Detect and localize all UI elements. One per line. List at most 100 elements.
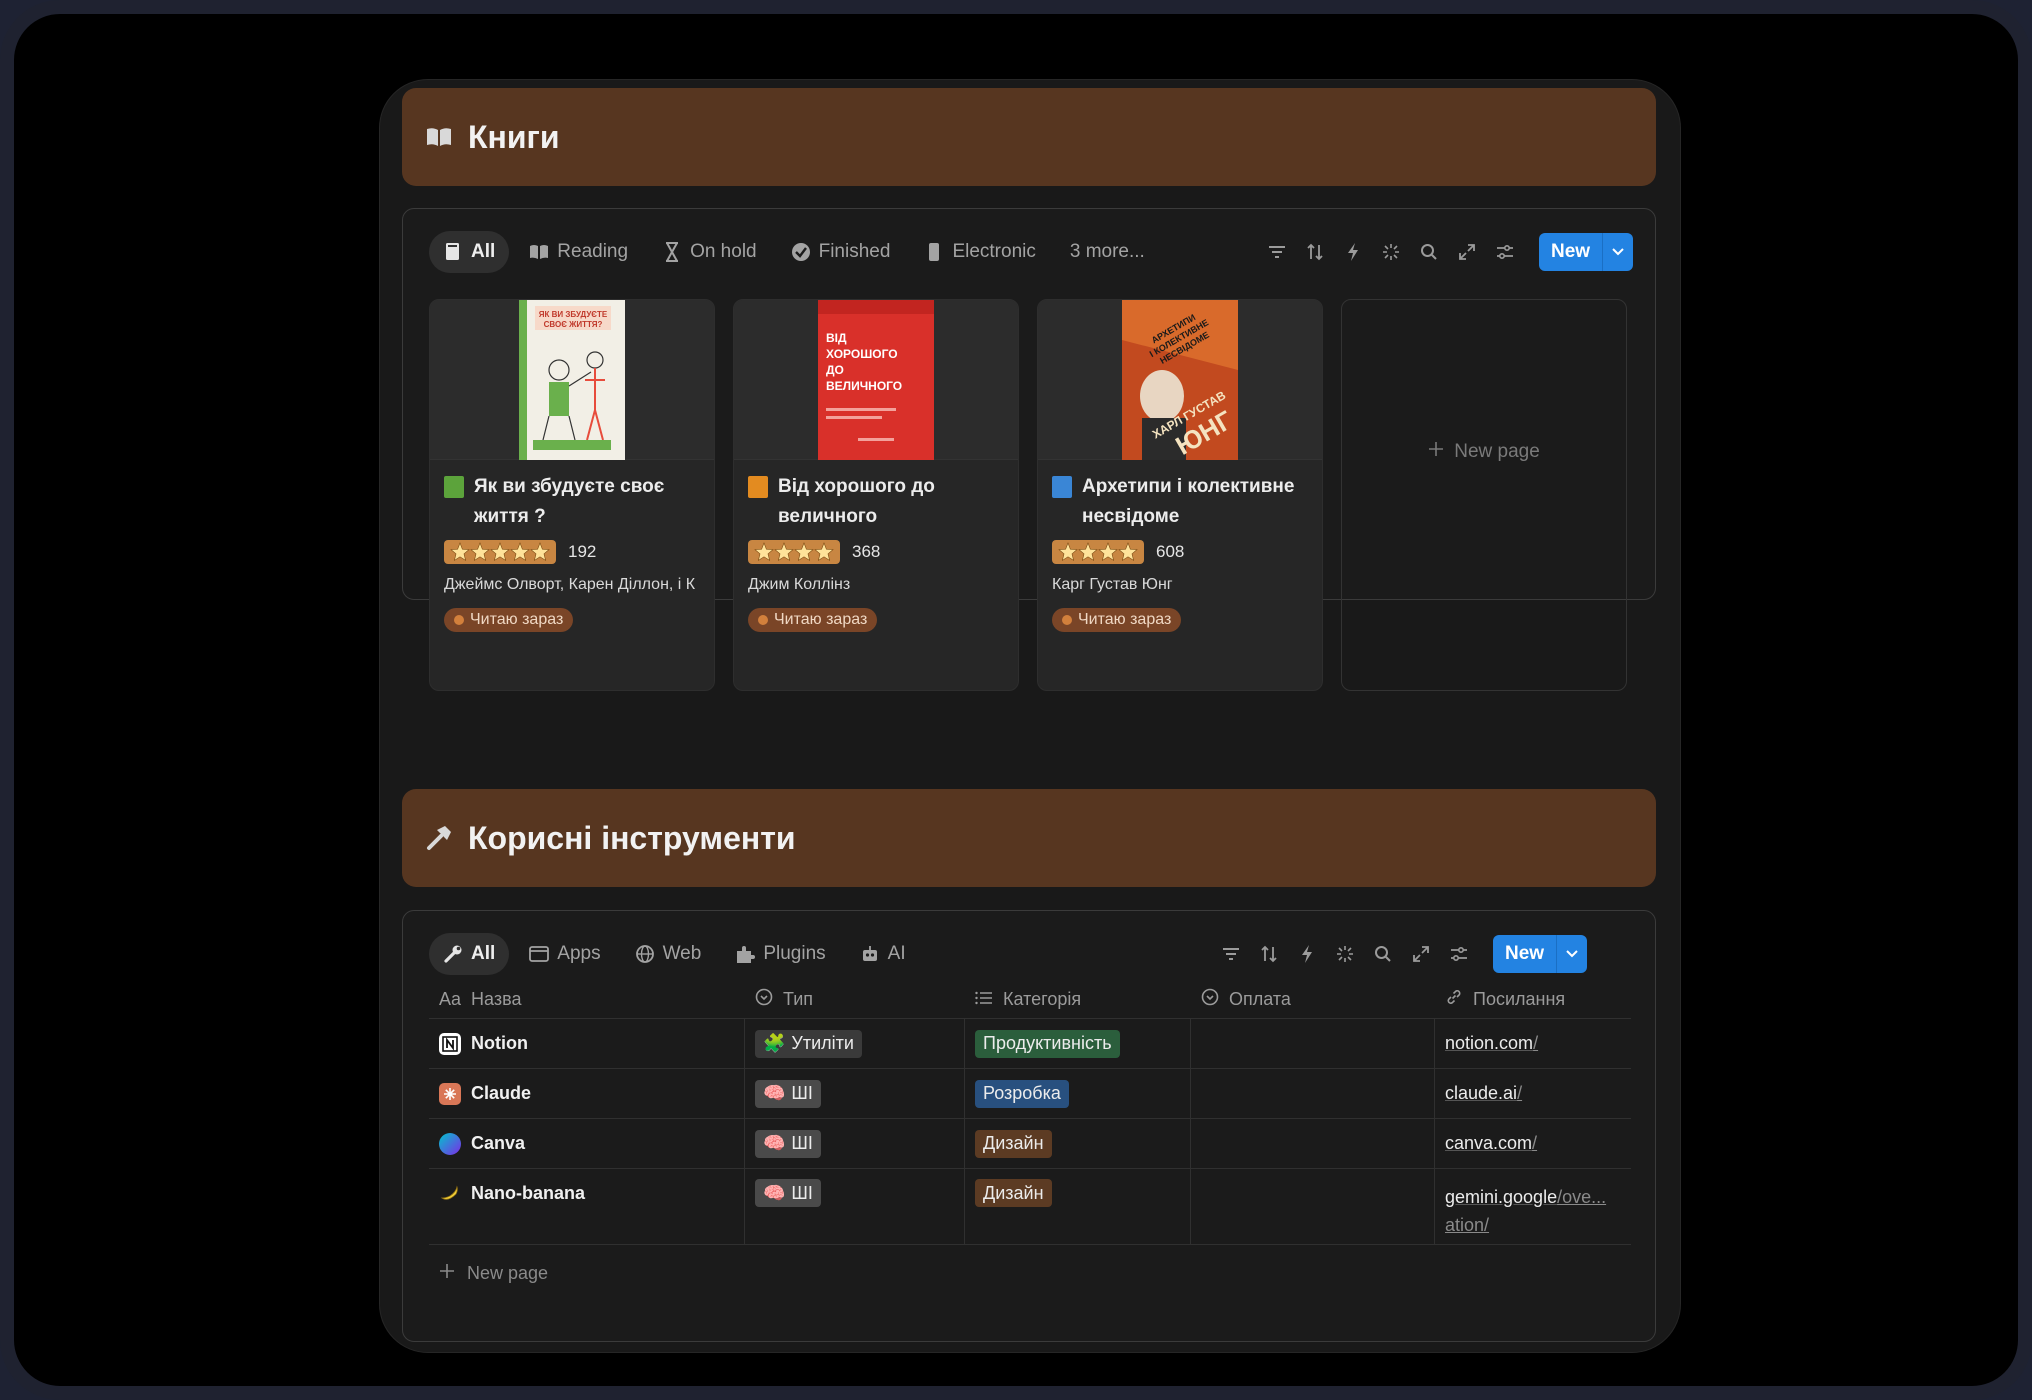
tab-reading[interactable]: Reading [515,231,642,273]
status-label: Читаю зараз [1078,611,1172,628]
link-url[interactable]: canva.com [1445,1133,1532,1154]
category-cell[interactable]: Дизайн [965,1169,1191,1244]
type-cell[interactable]: 🧠 ШІ [745,1069,965,1118]
table-row[interactable]: Nano-banana 🧠 ШІ Дизайн gemini.google/ove… [429,1169,1631,1245]
settings-sliders-icon[interactable] [1445,940,1473,968]
tab-finished[interactable]: Finished [777,231,905,273]
column-payment[interactable]: Оплата [1191,981,1435,1018]
tab-all[interactable]: All [429,933,510,975]
type-cell[interactable]: 🧠 ШІ [745,1119,965,1168]
sort-icon[interactable] [1301,238,1329,266]
book-cover-image-1: ЯК ВИ ЗБУДУЄТЕ СВОЄ ЖИТТЯ? [519,300,625,460]
link-path[interactable]: / [1517,1083,1522,1104]
payment-cell[interactable] [1191,1019,1435,1068]
new-page-card[interactable]: New page [1341,299,1627,691]
sparkle-icon[interactable] [1377,238,1405,266]
link-url[interactable]: notion.com [1445,1033,1533,1054]
filter-icon[interactable] [1263,238,1291,266]
link-cell[interactable]: gemini.google/ove... ation/ [1435,1169,1631,1244]
type-cell[interactable]: 🧩 Утиліти [745,1019,965,1068]
expand-icon[interactable] [1407,940,1435,968]
category-tag: Дизайн [975,1179,1052,1207]
book-title[interactable]: Архетипи і колективне несвідоме [1082,472,1308,532]
book-stack-icon [443,242,463,262]
link-path[interactable]: / [1533,1033,1538,1054]
books-new-button[interactable]: New [1539,233,1634,271]
text-type-icon: Aa [439,989,462,1009]
search-icon[interactable] [1415,238,1443,266]
tab-on-hold[interactable]: On hold [648,231,771,273]
book-card[interactable]: ЯК ВИ ЗБУДУЄТЕ СВОЄ ЖИТТЯ? Як ви збудуєт… [429,299,715,691]
table-row[interactable]: Notion 🧩 Утиліти Продуктивність notion.co… [429,1019,1631,1069]
new-page-label[interactable]: New page [1454,441,1540,463]
expand-icon[interactable] [1453,238,1481,266]
type-label: Утиліти [791,1033,854,1053]
book-card[interactable]: ВІД ХОРОШОГО ДО ВЕЛИЧНОГО Від хорошого д… [733,299,1019,691]
tools-toolbar: New [1217,935,1588,973]
search-icon[interactable] [1369,940,1397,968]
row-name: Claude [471,1083,532,1103]
payment-cell[interactable] [1191,1119,1435,1168]
chevron-down-icon[interactable] [1557,935,1587,973]
sort-icon[interactable] [1255,940,1283,968]
tab-electronic[interactable]: Electronic [910,231,1049,273]
category-cell[interactable]: Розробка [965,1069,1191,1118]
table-header: Aa Назва Тип Категорія Оплата Посилання [429,981,1631,1019]
category-cell[interactable]: Дизайн [965,1119,1191,1168]
tab-web[interactable]: Web [621,933,716,975]
name-cell[interactable]: Canva [429,1119,745,1168]
chevron-down-icon[interactable] [1603,233,1633,271]
column-link-label: Посилання [1473,989,1566,1009]
name-cell[interactable]: Notion [429,1019,745,1068]
tab-plugins[interactable]: Plugins [721,933,839,975]
book-title[interactable]: Від хорошого до величного [778,472,1004,532]
category-cell[interactable]: Продуктивність [965,1019,1191,1068]
column-type[interactable]: Тип [745,981,965,1018]
link-cell[interactable]: claude.ai / [1435,1069,1631,1118]
category-tag: Розробка [975,1079,1069,1108]
books-database: All Reading On hold Finished Electronic … [402,208,1656,691]
settings-sliders-icon[interactable] [1491,238,1519,266]
new-button-label[interactable]: New [1493,935,1558,973]
lightning-icon[interactable] [1293,940,1321,968]
link-path-continued[interactable]: ation/ [1445,1215,1489,1235]
canva-logo-icon [439,1132,461,1155]
payment-cell[interactable] [1191,1069,1435,1118]
book-cover: ЯК ВИ ЗБУДУЄТЕ СВОЄ ЖИТТЯ? [430,300,714,460]
lightning-icon[interactable] [1339,238,1367,266]
book-card[interactable]: АРХЕТИПИ І КОЛЕКТИВНЕ НЕСВІДОМЕ ХАРЛ ГУСТА… [1037,299,1323,691]
name-cell[interactable]: Claude [429,1069,745,1118]
page-count: 368 [852,542,881,561]
link-cell[interactable]: canva.com / [1435,1119,1631,1168]
payment-cell[interactable] [1191,1169,1435,1244]
type-cell[interactable]: 🧠 ШІ [745,1169,965,1244]
category-tag: Продуктивність [975,1029,1120,1058]
table-row[interactable]: Claude 🧠 ШІ Розробка claude.ai / [429,1069,1631,1119]
tab-apps[interactable]: Apps [515,933,614,975]
new-button-label[interactable]: New [1539,233,1604,271]
link-path[interactable]: /ove... [1557,1187,1606,1207]
table-row[interactable]: Canva 🧠 ШІ Дизайн canva.com / [429,1119,1631,1169]
link-url[interactable]: gemini.google [1445,1187,1557,1207]
column-name[interactable]: Aa Назва [429,981,745,1018]
column-link[interactable]: Посилання [1435,981,1631,1018]
new-page-row[interactable]: New page [439,1263,548,1284]
link-cell[interactable]: notion.com / [1435,1019,1631,1068]
column-category[interactable]: Категорія [965,981,1191,1018]
new-page-label[interactable]: New page [467,1263,548,1284]
book-title[interactable]: Як ви збудуєте своє життя ? [474,472,700,532]
tab-all[interactable]: All [429,231,510,273]
page-count: 608 [1156,542,1185,561]
open-book-icon [529,242,549,262]
robot-icon [860,944,880,964]
name-cell[interactable]: Nano-banana [429,1169,745,1244]
sparkle-icon[interactable] [1331,940,1359,968]
link-url[interactable]: claude.ai [1445,1083,1517,1104]
tab-more[interactable]: 3 more... [1056,231,1159,273]
status-badge: Читаю зараз [748,608,878,632]
filter-icon[interactable] [1217,940,1245,968]
brain-icon: 🧠 [763,1133,786,1153]
tab-ai[interactable]: AI [846,933,920,975]
tools-new-button[interactable]: New [1493,935,1588,973]
link-path[interactable]: / [1532,1133,1537,1154]
